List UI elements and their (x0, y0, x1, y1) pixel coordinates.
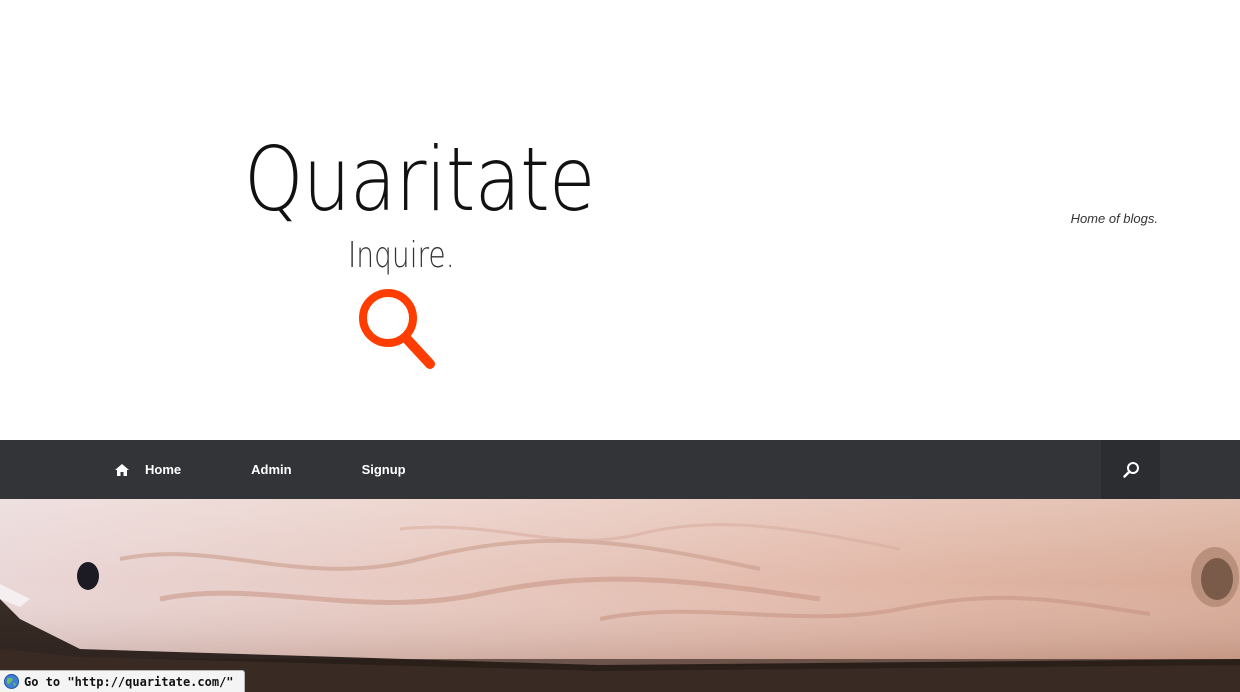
site-logo-link[interactable]: Quaritate Inquire. (238, 128, 595, 380)
site-title: Quaritate (244, 128, 595, 231)
nav-item-signup[interactable]: Signup (327, 440, 441, 499)
header-photo (0, 499, 1240, 692)
site-tagline: Inquire. (348, 235, 455, 276)
home-icon (115, 463, 129, 476)
nav-item-label: Signup (361, 462, 406, 477)
page: Quaritate Inquire. Home of blogs. Home A… (0, 0, 1240, 692)
globe-icon (4, 674, 19, 689)
magnifier-logo-icon (359, 289, 435, 369)
site-header: Quaritate Inquire. Home of blogs. (0, 0, 1240, 440)
search-icon (1122, 461, 1139, 478)
nav-menu: Home Admin Signup (100, 440, 441, 499)
site-description: Home of blogs. (1070, 211, 1158, 226)
status-text: Go to "http://quaritate.com/" (24, 674, 234, 689)
search-toggle-button[interactable] (1101, 440, 1160, 499)
browser-status-bar: Go to "http://quaritate.com/" (0, 670, 245, 692)
nav-item-home[interactable]: Home (100, 440, 216, 499)
main-navigation: Home Admin Signup (0, 440, 1240, 499)
nav-item-admin[interactable]: Admin (216, 440, 326, 499)
nav-item-label: Admin (251, 462, 292, 477)
nav-item-label: Home (145, 462, 182, 477)
header-image (0, 499, 1240, 692)
